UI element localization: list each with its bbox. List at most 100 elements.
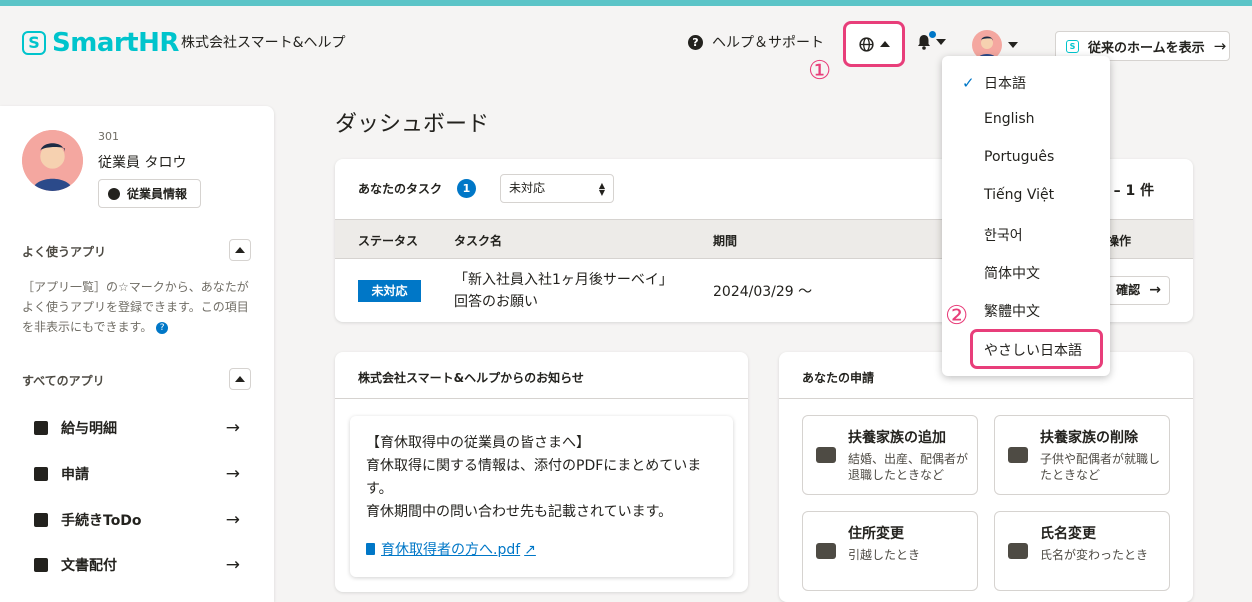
all-apps-title: すべてのアプリ <box>22 372 105 389</box>
app-item-label: 給与明細 <box>61 418 117 438</box>
column-status: ステータス <box>358 232 418 249</box>
app-item-document-delivery[interactable]: 文書配付 → <box>22 545 246 585</box>
pdf-attachment-link[interactable]: 育休取得者の方へ.pdf↗ <box>366 539 717 562</box>
select-arrows-icon: ▲▼ <box>599 182 605 196</box>
language-switch-button[interactable] <box>843 21 905 67</box>
arrow-right-icon: → <box>226 418 240 438</box>
request-title: 扶養家族の削除 <box>1040 427 1138 447</box>
help-label: ヘルプ＆サポート <box>712 32 824 52</box>
task-name[interactable]: 「新入社員入社1ヶ月後サーベイ」 回答のお願い <box>454 269 673 313</box>
request-remove-dependent[interactable]: 扶養家族の削除 子供や配偶者が就職したときなど <box>994 415 1170 495</box>
help-support-link[interactable]: ? ヘルプ＆サポート <box>688 32 824 52</box>
announcement-body: 【育休取得中の従業員の皆さまへ】 育休取得に関する情報は、添付のPDFにまとめて… <box>350 416 733 577</box>
sidebar: 301 従業員 タロウ 従業員情報 よく使うアプリ ［アプリ一覧］の☆マークから… <box>0 106 274 602</box>
inbox-icon <box>34 558 48 572</box>
request-description: 結婚、出産、配偶者が退職したときなど <box>848 451 973 483</box>
column-action: 操作 <box>1107 232 1131 249</box>
caret-up-icon <box>880 41 890 47</box>
request-title: 住所変更 <box>848 523 904 543</box>
payslip-icon <box>34 421 48 435</box>
announcement-card: 株式会社スマート&ヘルプからのお知らせ 【育休取得中の従業員の皆さまへ】 育休取… <box>335 352 748 592</box>
confirm-button[interactable]: 確認 → <box>1107 276 1170 305</box>
page-title: ダッシュボード <box>335 106 489 138</box>
announcement-title: 株式会社スマート&ヘルプからのお知らせ <box>335 352 748 399</box>
chevron-down-icon <box>1008 42 1018 48</box>
employee-info-label: 従業員情報 <box>127 185 187 202</box>
tag-icon <box>1008 543 1028 559</box>
app-item-payslip[interactable]: 給与明細 → <box>22 408 246 448</box>
notification-button[interactable] <box>916 34 946 50</box>
request-description: 引越したとき <box>848 547 973 563</box>
logo-icon: S <box>22 31 46 55</box>
classic-home-label: 従来のホームを表示 <box>1088 37 1205 56</box>
help-icon: ? <box>688 35 703 50</box>
frequent-apps-title: よく使うアプリ <box>22 243 106 260</box>
user-circle-icon <box>108 188 120 200</box>
task-status-filter[interactable]: 未対応 ▲▼ <box>500 174 614 203</box>
employee-name: 従業員 タロウ <box>98 152 186 172</box>
notification-dot <box>929 31 936 38</box>
language-option-ko[interactable]: 한국어 <box>984 225 1023 245</box>
language-option-vi[interactable]: Tiếng Việt <box>984 187 1054 203</box>
request-description: 子供や配偶者が就職したときなど <box>1040 451 1165 483</box>
request-title: 氏名変更 <box>1040 523 1096 543</box>
request-description: 氏名が変わったとき <box>1040 547 1165 563</box>
task-card-title: あなたのタスク <box>358 180 442 197</box>
check-icon: ✓ <box>962 74 975 92</box>
announcement-line: 育休取得に関する情報は、添付のPDFにまとめています。 <box>366 455 717 501</box>
requests-card: あなたの申請 扶養家族の追加 結婚、出産、配偶者が退職したときなど 扶養家族の削… <box>779 352 1193 602</box>
arrow-right-icon: → <box>1149 282 1161 298</box>
language-option-pt[interactable]: Português <box>984 149 1054 165</box>
task-name-line1: 「新入社員入社1ヶ月後サーベイ」 <box>454 269 673 291</box>
column-task-name: タスク名 <box>454 232 502 249</box>
request-name-change[interactable]: 氏名変更 氏名が変わったとき <box>994 511 1170 591</box>
column-period: 期間 <box>713 232 737 249</box>
request-address-change[interactable]: 住所変更 引越したとき <box>802 511 978 591</box>
annotation-highlight-box <box>970 329 1103 369</box>
truck-icon <box>816 543 836 559</box>
arrow-right-icon: → <box>226 464 240 484</box>
task-name-line2: 回答のお願い <box>454 291 673 313</box>
chevron-up-icon <box>235 376 245 382</box>
smarthr-small-icon: S <box>1066 40 1079 53</box>
language-option-zh-cn[interactable]: 简体中文 <box>984 263 1040 283</box>
file-icon <box>366 543 375 555</box>
annotation-number-2: ② <box>945 301 968 331</box>
avatar <box>22 130 83 191</box>
app-item-procedure-todo[interactable]: 手続きToDo → <box>22 500 246 540</box>
chevron-down-icon <box>936 39 946 45</box>
language-option-en[interactable]: English <box>984 111 1035 127</box>
building-icon <box>1008 447 1028 463</box>
status-badge: 未対応 <box>358 280 421 302</box>
arrow-right-icon: → <box>1214 37 1227 55</box>
confirm-label: 確認 <box>1116 283 1140 297</box>
request-title: 扶養家族の追加 <box>848 427 946 447</box>
app-item-label: 申請 <box>61 464 89 484</box>
request-add-dependent[interactable]: 扶養家族の追加 結婚、出産、配偶者が退職したときなど <box>802 415 978 495</box>
external-link-icon: ↗ <box>524 542 536 558</box>
avatar-illustration <box>22 130 83 191</box>
app-item-request[interactable]: 申請 → <box>22 454 246 494</box>
document-icon <box>34 513 48 527</box>
request-icon <box>34 467 48 481</box>
help-icon[interactable]: ? <box>156 322 168 334</box>
employee-info-button[interactable]: 従業員情報 <box>98 179 201 208</box>
announcement-line: 育休期間中の問い合わせ先も記載されています。 <box>366 501 717 524</box>
pdf-link-label: 育休取得者の方へ.pdf <box>381 542 520 558</box>
announcement-line: 【育休取得中の従業員の皆さまへ】 <box>366 432 717 455</box>
smarthr-logo[interactable]: S SmartHR <box>22 28 179 58</box>
company-name: 株式会社スマート&ヘルプ <box>181 32 346 52</box>
all-apps-collapse-button[interactable] <box>229 368 251 390</box>
language-option-zh-tw[interactable]: 繁體中文 <box>984 301 1040 321</box>
language-option-ja[interactable]: 日本語 <box>984 73 1026 93</box>
frequent-apps-collapse-button[interactable] <box>229 239 251 261</box>
globe-icon <box>859 37 874 52</box>
app-item-label: 文書配付 <box>61 555 117 575</box>
task-count-badge: 1 <box>457 179 476 198</box>
family-icon <box>816 447 836 463</box>
frequent-apps-description: ［アプリ一覧］の☆マークから、あなたがよく使うアプリを登録できます。この項目を非… <box>22 277 254 337</box>
employee-number: 301 <box>98 130 119 143</box>
task-period: 2024/03/29 〜 <box>713 281 812 301</box>
task-status-filter-value: 未対応 <box>509 181 545 195</box>
app-item-label: 手続きToDo <box>61 510 142 530</box>
